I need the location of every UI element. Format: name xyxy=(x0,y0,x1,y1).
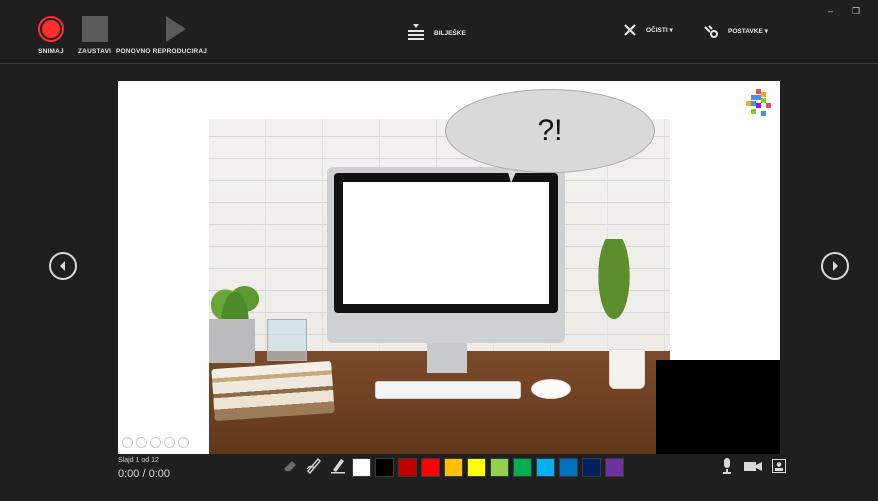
leaf-image xyxy=(594,239,634,331)
mini-pen-icon[interactable] xyxy=(150,437,161,448)
speech-bubble-text: ?! xyxy=(537,114,563,147)
slide-mini-toolbar xyxy=(122,437,189,448)
restore-button[interactable]: ❐ xyxy=(852,6,860,17)
record-button[interactable]: SNIMAJ xyxy=(38,16,64,55)
notes-button[interactable]: BILJEŠKE xyxy=(408,24,466,42)
microphone-button[interactable] xyxy=(718,458,736,474)
mini-more-icon[interactable] xyxy=(178,437,189,448)
eraser-icon xyxy=(284,461,296,471)
clear-button[interactable]: OČISTI ▾ xyxy=(624,24,673,36)
speech-bubble: ?! xyxy=(445,89,655,173)
highlighter-button[interactable] xyxy=(329,456,347,474)
record-icon xyxy=(38,16,64,42)
color-swatch-purple[interactable] xyxy=(605,458,624,477)
ink-tools xyxy=(281,456,347,474)
cup-image xyxy=(609,349,645,389)
keyboard-image xyxy=(375,381,521,399)
stop-label: ZAUSTAVI xyxy=(78,48,112,55)
color-swatch-yellow[interactable] xyxy=(467,458,486,477)
color-swatch-light-green[interactable] xyxy=(490,458,509,477)
plant-pot xyxy=(209,319,255,363)
color-swatch-red[interactable] xyxy=(421,458,440,477)
color-swatch-blue[interactable] xyxy=(559,458,578,477)
monitor-screen xyxy=(343,182,549,304)
recording-timer: 0:00 / 0:00 xyxy=(118,468,170,480)
settings-label: POSTAVKE ▾ xyxy=(728,28,768,35)
color-swatch-light-blue[interactable] xyxy=(536,458,555,477)
chevron-left-icon xyxy=(60,261,65,271)
chevron-right-icon xyxy=(833,261,838,271)
color-swatch-orange[interactable] xyxy=(444,458,463,477)
eraser-button[interactable] xyxy=(281,456,299,474)
camera-preview xyxy=(656,360,780,454)
mini-view-icon[interactable] xyxy=(164,437,175,448)
notes-label: BILJEŠKE xyxy=(434,29,466,37)
stop-icon xyxy=(81,16,108,42)
next-slide-button[interactable] xyxy=(821,252,849,280)
mouse-image xyxy=(531,379,571,399)
camera-preview-button[interactable] xyxy=(770,458,788,474)
status-area: Slajd 1 od 12 0:00 / 0:00 xyxy=(118,457,170,480)
replay-button[interactable]: PONOVNO REPRODUCIRAJ xyxy=(116,16,207,55)
highlighter-icon xyxy=(331,459,345,474)
record-label: SNIMAJ xyxy=(38,48,64,55)
settings-icon xyxy=(704,25,718,38)
settings-button[interactable]: POSTAVKE ▾ xyxy=(704,24,768,38)
desk-photo xyxy=(209,119,670,454)
monitor-image xyxy=(327,167,565,343)
camera-preview-icon xyxy=(772,459,786,473)
mini-prev-icon[interactable] xyxy=(122,437,133,448)
mini-next-icon[interactable] xyxy=(136,437,147,448)
color-swatch-green[interactable] xyxy=(513,458,532,477)
camera-button[interactable] xyxy=(744,458,762,474)
color-swatch-black[interactable] xyxy=(375,458,394,477)
clear-label: OČISTI ▾ xyxy=(646,27,673,34)
notebooks xyxy=(211,360,335,422)
media-tools xyxy=(718,458,788,474)
pen-icon xyxy=(306,457,321,474)
top-toolbar: SNIMAJ ZAUSTAVI PONOVNO REPRODUCIRAJ BIL… xyxy=(0,0,878,64)
notes-icon xyxy=(408,24,424,40)
pen-button[interactable] xyxy=(305,456,323,474)
color-swatch-white[interactable] xyxy=(352,458,371,477)
minimize-button[interactable]: – xyxy=(828,6,833,16)
mascot-logo xyxy=(746,89,771,116)
pen-holder xyxy=(267,319,307,361)
color-swatch-dark-blue[interactable] xyxy=(582,458,601,477)
play-icon xyxy=(165,16,186,42)
previous-slide-button[interactable] xyxy=(49,252,77,280)
microphone-icon xyxy=(723,458,731,474)
close-icon xyxy=(624,24,636,36)
camera-icon xyxy=(744,462,762,471)
color-palette xyxy=(352,458,624,477)
slide-counter: Slajd 1 od 12 xyxy=(118,457,159,464)
stop-button[interactable]: ZAUSTAVI xyxy=(78,16,111,55)
color-swatch-dark-red[interactable] xyxy=(398,458,417,477)
replay-label: PONOVNO REPRODUCIRAJ xyxy=(116,48,208,55)
slide-canvas[interactable]: ?! xyxy=(118,81,780,454)
